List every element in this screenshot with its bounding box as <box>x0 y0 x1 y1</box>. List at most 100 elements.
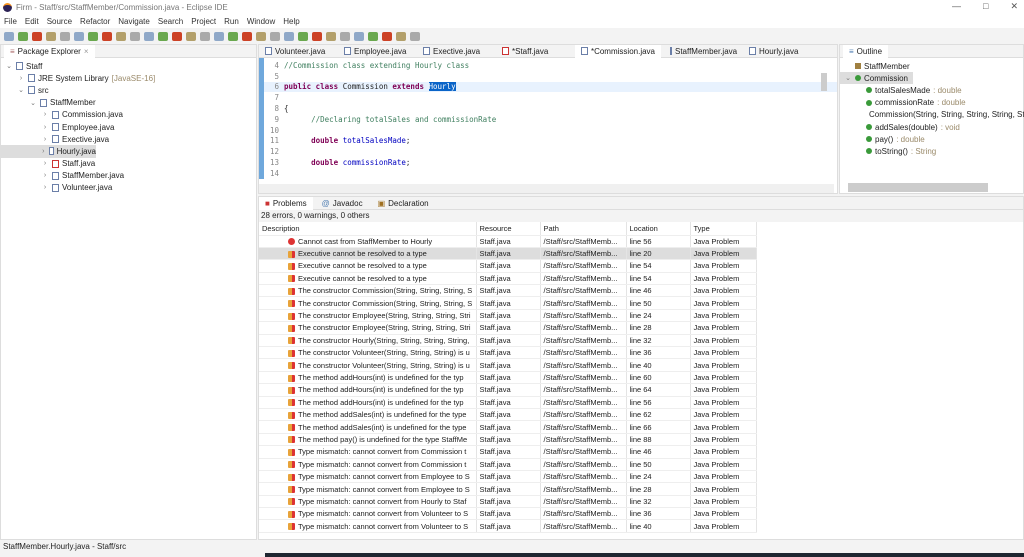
editor-tab[interactable]: Hourly.java <box>743 45 819 58</box>
toolbar-button-icon[interactable] <box>4 31 14 41</box>
editor-tab[interactable]: Exective.java <box>417 45 493 58</box>
chevron-down-icon[interactable]: ⌄ <box>17 86 25 94</box>
tree-item[interactable]: › StaffMember.java <box>1 170 256 182</box>
tab-package-explorer[interactable]: ≡ Package Explorer × <box>4 44 95 58</box>
table-row[interactable]: The method addSales(int) is undefined fo… <box>259 420 757 434</box>
editor-tab[interactable]: Employee.java <box>338 45 414 58</box>
outline-item[interactable]: pay() : double <box>840 133 1023 145</box>
menu-edit[interactable]: Edit <box>25 17 39 26</box>
table-row[interactable]: Executive cannot be resolved to a type St… <box>259 272 757 286</box>
toolbar-button-icon[interactable] <box>186 31 196 41</box>
outline-item[interactable]: toString() : String <box>840 145 1023 157</box>
toolbar-button-icon[interactable] <box>18 31 28 41</box>
editor-tab[interactable]: Volunteer.java <box>259 45 335 58</box>
close-icon[interactable]: × <box>84 47 89 56</box>
toolbar-button-icon[interactable] <box>158 31 168 41</box>
toolbar-button-icon[interactable] <box>200 31 210 41</box>
table-row[interactable]: Type mismatch: cannot convert from Hourl… <box>259 495 757 509</box>
table-row[interactable]: Type mismatch: cannot convert from Emplo… <box>259 482 757 496</box>
tree-item[interactable]: › JRE System Library [JavaSE-16] <box>1 72 256 84</box>
tab-javadoc[interactable]: @ Javadoc <box>316 197 369 210</box>
toolbar-button-icon[interactable] <box>242 31 252 41</box>
toolbar-button-icon[interactable] <box>144 31 154 41</box>
column-header-description[interactable]: Description <box>259 222 477 236</box>
table-row[interactable]: Type mismatch: cannot convert from Commi… <box>259 445 757 459</box>
column-header-type[interactable]: Type <box>690 222 757 236</box>
outline-horizontal-scrollbar[interactable] <box>848 183 988 192</box>
toolbar-button-icon[interactable] <box>270 31 280 41</box>
menu-run[interactable]: Run <box>224 17 239 26</box>
menu-help[interactable]: Help <box>283 17 299 26</box>
table-row[interactable]: The method addHours(int) is undefined fo… <box>259 383 757 397</box>
chevron-right-icon[interactable]: › <box>17 75 25 82</box>
outline-item[interactable]: commissionRate : double <box>840 97 1023 109</box>
table-row[interactable]: The method addHours(int) is undefined fo… <box>259 396 757 409</box>
toolbar-button-icon[interactable] <box>74 31 84 41</box>
toolbar-button-icon[interactable] <box>396 31 406 41</box>
outline-item[interactable]: ⌄ Commission <box>840 72 913 85</box>
toolbar-button-icon[interactable] <box>312 31 322 41</box>
table-row[interactable]: Cannot cast from StaffMember to Hourly St… <box>259 235 757 248</box>
outline-item[interactable]: Commission(String, String, String, Strin… <box>840 109 1024 121</box>
toolbar-button-icon[interactable] <box>354 31 364 41</box>
chevron-right-icon[interactable]: › <box>41 172 49 179</box>
maximize-button[interactable]: □ <box>983 1 988 12</box>
column-header-path[interactable]: Path <box>540 222 627 236</box>
tree-item[interactable]: › Hourly.java <box>1 145 96 158</box>
toolbar-button-icon[interactable] <box>298 31 308 41</box>
toolbar-button-icon[interactable] <box>326 31 336 41</box>
toolbar-button-icon[interactable] <box>284 31 294 41</box>
tree-item[interactable]: ⌄ StaffMember <box>1 97 256 109</box>
minimize-button[interactable]: — <box>952 1 961 12</box>
editor-horizontal-scrollbar[interactable] <box>259 184 834 193</box>
tab-declaration[interactable]: ▣ Declaration <box>372 197 435 210</box>
table-row[interactable]: The method pay() is undefined for the ty… <box>259 433 757 447</box>
editor-tab[interactable]: *Commission.java <box>575 44 661 58</box>
table-row[interactable]: The method addSales(int) is undefined fo… <box>259 408 757 422</box>
column-header-resource[interactable]: Resource <box>476 222 541 236</box>
editor-vertical-scrollbar[interactable] <box>821 73 827 91</box>
toolbar-button-icon[interactable] <box>214 31 224 41</box>
menu-search[interactable]: Search <box>158 17 183 26</box>
toolbar-button-icon[interactable] <box>130 31 140 41</box>
chevron-right-icon[interactable]: › <box>41 111 49 118</box>
toolbar-button-icon[interactable] <box>228 31 238 41</box>
toolbar-button-icon[interactable] <box>116 31 126 41</box>
table-row[interactable]: Executive cannot be resolved to a type St… <box>259 259 757 273</box>
tab-outline[interactable]: ≡ Outline <box>843 44 889 58</box>
toolbar-button-icon[interactable] <box>102 31 112 41</box>
table-row[interactable]: Type mismatch: cannot convert from Volun… <box>259 519 757 533</box>
tree-item[interactable]: › Staff.java <box>1 158 256 170</box>
table-row[interactable]: The method addHours(int) is undefined fo… <box>259 371 757 385</box>
toolbar-button-icon[interactable] <box>256 31 266 41</box>
table-row[interactable]: Type mismatch: cannot convert from Emplo… <box>259 470 757 484</box>
code-editor[interactable]: 4 //Commission class extending Hourly cla… <box>259 58 837 179</box>
toolbar-button-icon[interactable] <box>340 31 350 41</box>
toolbar-button-icon[interactable] <box>382 31 392 41</box>
tab-problems[interactable]: ■ Problems <box>259 196 313 210</box>
chevron-right-icon[interactable]: › <box>41 124 49 131</box>
editor-tab[interactable]: *Staff.java <box>496 45 572 58</box>
menu-window[interactable]: Window <box>247 17 275 26</box>
toolbar-button-icon[interactable] <box>60 31 70 41</box>
toolbar-button-icon[interactable] <box>32 31 42 41</box>
chevron-down-icon[interactable]: ⌄ <box>29 99 37 107</box>
table-row[interactable]: Type mismatch: cannot convert from Volun… <box>259 507 757 521</box>
chevron-right-icon[interactable]: › <box>41 136 49 143</box>
table-row[interactable]: The constructor Volunteer(String, String… <box>259 346 757 360</box>
menu-file[interactable]: File <box>4 17 17 26</box>
toolbar-button-icon[interactable] <box>88 31 98 41</box>
table-row[interactable]: Executive cannot be resolved to a type St… <box>259 247 757 261</box>
editor-tab[interactable]: StaffMember.java <box>664 45 740 58</box>
close-button[interactable]: ✕ <box>1010 1 1018 12</box>
toolbar-button-icon[interactable] <box>172 31 182 41</box>
tree-item[interactable]: › Exective.java <box>1 133 256 145</box>
toolbar-button-icon[interactable] <box>410 31 420 41</box>
menu-source[interactable]: Source <box>47 17 72 26</box>
chevron-down-icon[interactable]: ⌄ <box>5 62 13 70</box>
table-row[interactable]: The constructor Hourly(String, String, S… <box>259 334 757 348</box>
outline-item[interactable]: addSales(double) : void <box>840 121 1023 133</box>
table-row[interactable]: The constructor Commission(String, Strin… <box>259 296 757 310</box>
table-row[interactable]: The constructor Employee(String, String,… <box>259 321 757 335</box>
outline-item[interactable]: totalSalesMade : double <box>840 84 1023 96</box>
